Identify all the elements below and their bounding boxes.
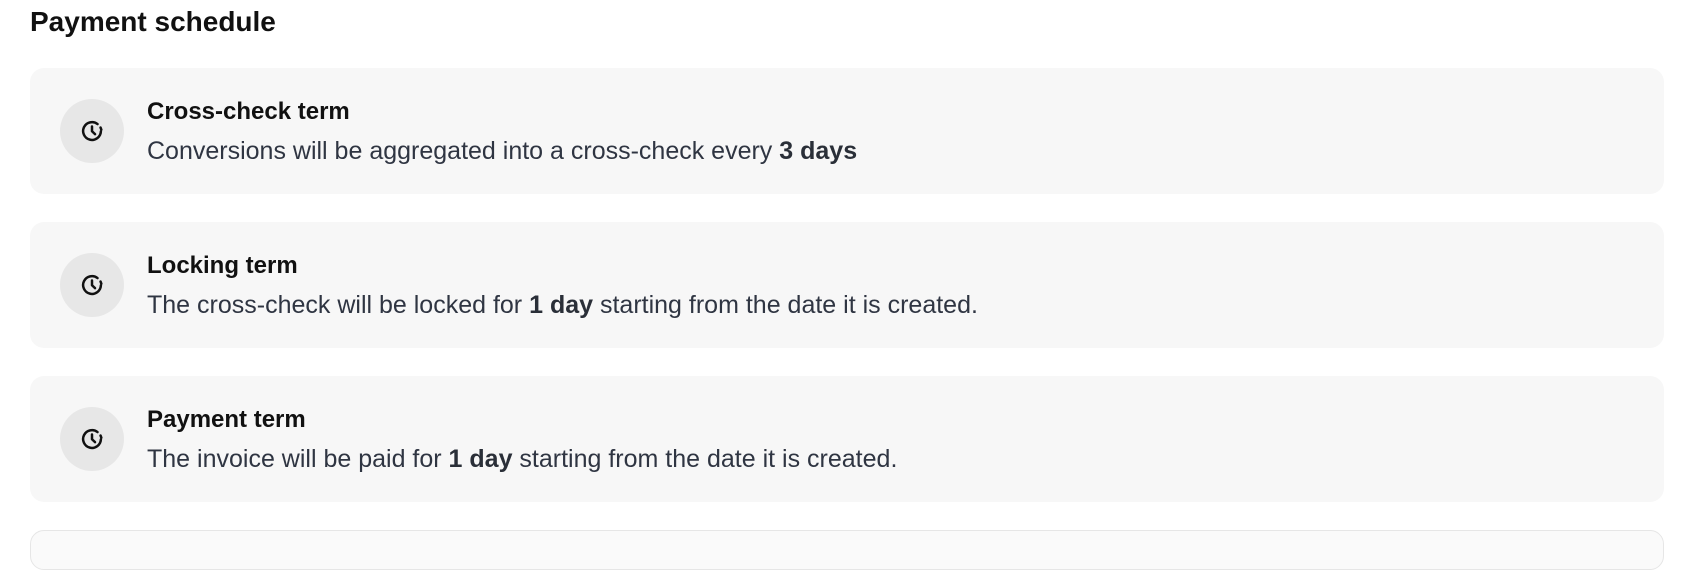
card-title: Locking term [147,252,298,279]
card-text: Cross-check term Conversions will be agg… [147,96,1634,168]
card-description: The cross-check will be locked for 1 day… [147,288,1634,322]
card-description: Conversions will be aggregated into a cr… [147,134,1634,168]
card-text: Locking term The cross-check will be loc… [147,250,1634,322]
description-text-end: starting from the date it is created. [512,445,898,473]
description-text-end: starting from the date it is created. [593,291,978,319]
clock-icon [60,407,124,471]
description-value: 3 days [779,137,858,165]
payment-schedule-section: Payment schedule Cross-check term Conver… [30,0,1664,570]
description-text: Conversions will be aggregated into a cr… [147,137,780,165]
cross-check-term-card: Cross-check term Conversions will be agg… [30,68,1664,194]
card-title: Cross-check term [147,98,350,125]
clock-icon [60,99,124,163]
card-text: Payment term The invoice will be paid fo… [147,404,1634,476]
description-text: The invoice will be paid for [147,445,449,473]
payment-term-card: Payment term The invoice will be paid fo… [30,376,1664,502]
description-text: The cross-check will be locked for [147,291,530,319]
term-cards: Cross-check term Conversions will be agg… [30,68,1664,570]
card-description: The invoice will be paid for 1 day start… [147,442,1634,476]
clock-icon [60,253,124,317]
card-title: Payment term [147,406,306,433]
description-value: 1 day [529,291,594,319]
locking-term-card: Locking term The cross-check will be loc… [30,222,1664,348]
description-value: 1 day [448,445,513,473]
next-card-partial [30,530,1664,570]
section-title: Payment schedule [30,6,276,37]
